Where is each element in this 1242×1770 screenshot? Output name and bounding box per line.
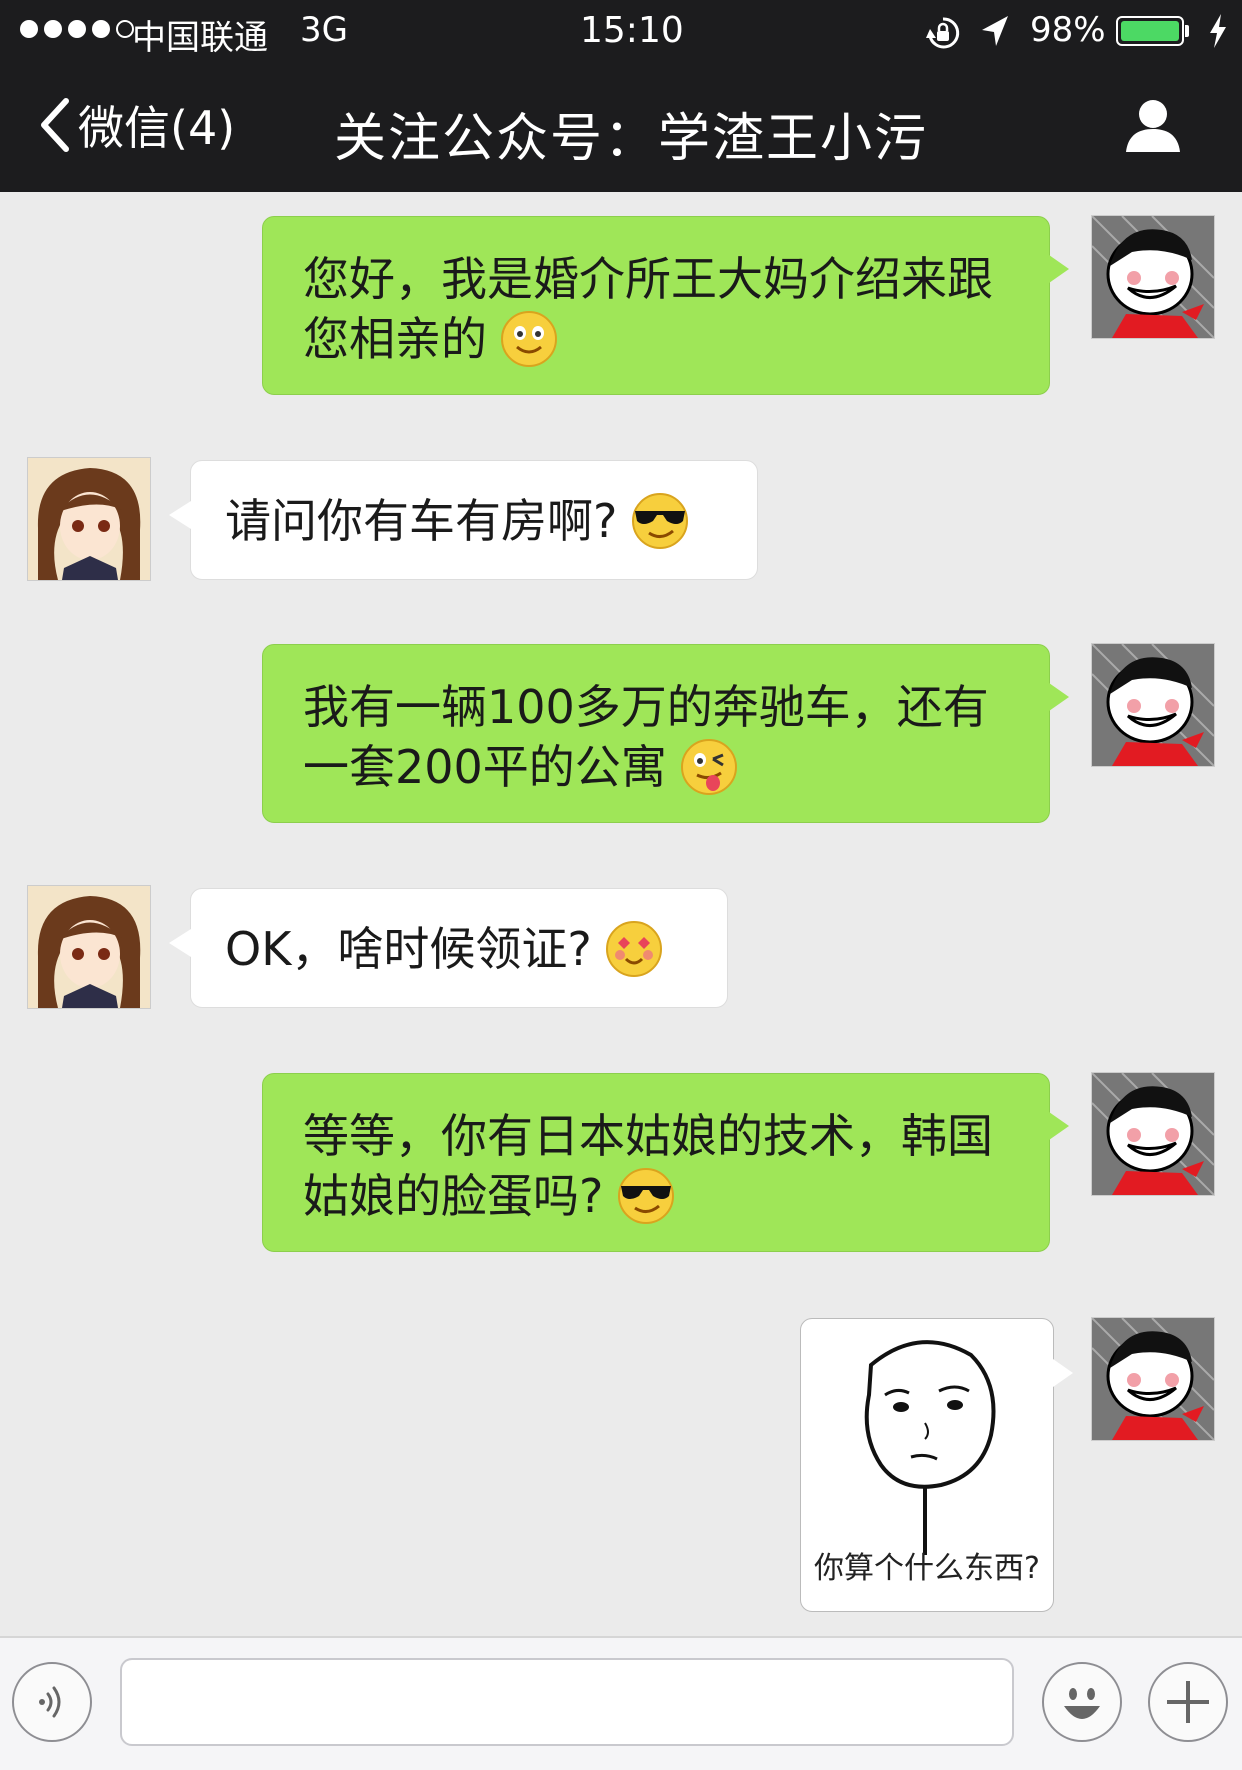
- message-text: 我有一辆100多万的奔驰车，还有一套200平的公寓: [303, 680, 989, 794]
- location-arrow-icon: [982, 16, 1008, 46]
- sender-avatar[interactable]: [1092, 216, 1214, 338]
- wink-tongue-emoji-icon: [680, 738, 737, 795]
- plus-icon: [1167, 1681, 1209, 1723]
- input-bar: [0, 1636, 1242, 1770]
- emoji-button[interactable]: [1042, 1662, 1122, 1742]
- back-button[interactable]: 微信(4): [38, 90, 235, 160]
- emoji-icon: [1064, 1688, 1100, 1719]
- message-bubble-received[interactable]: OK，啥时候领证?: [169, 888, 728, 1008]
- contact-avatar[interactable]: [28, 458, 150, 580]
- battery-percent: 98%: [1030, 10, 1106, 50]
- chat-title: 关注公众号：学渣王小污: [334, 109, 929, 169]
- sunglasses-emoji-icon: [618, 1167, 675, 1224]
- message-input[interactable]: [120, 1658, 1014, 1746]
- plus-button[interactable]: [1148, 1662, 1228, 1742]
- voice-button[interactable]: [12, 1662, 92, 1742]
- rotation-lock-icon: [926, 17, 960, 49]
- message-bubble-received[interactable]: 请问你有车有房啊?: [169, 460, 758, 580]
- back-label: 微信(4): [78, 101, 236, 155]
- network-type: 3G: [300, 10, 348, 50]
- message-text: 您好，我是婚介所王大妈介绍来跟您相亲的: [303, 252, 993, 366]
- meme-face-image: [864, 1340, 996, 1555]
- image-message-bubble[interactable]: 你算个什么东西?: [800, 1318, 1073, 1612]
- signal-strength-icon: [20, 20, 134, 38]
- status-time: 15:10: [580, 10, 684, 51]
- voice-icon: [39, 1686, 61, 1718]
- sender-avatar[interactable]: [1092, 644, 1214, 766]
- message-bubble-sent[interactable]: 等等，你有日本姑娘的技术，韩国姑娘的脸蛋吗?: [262, 1073, 1069, 1252]
- sunglasses-emoji-icon: [632, 492, 689, 549]
- message-bubble-sent[interactable]: 我有一辆100多万的奔驰车，还有一套200平的公寓: [262, 644, 1069, 823]
- sender-avatar[interactable]: [1092, 1318, 1214, 1440]
- top-bar: 中国联通 3G 15:10 98% 微信(4) 关注公众号：学渣王小污: [0, 0, 1242, 192]
- message-text: 请问你有车有房啊?: [225, 494, 618, 548]
- meme-caption: 你算个什么东西?: [814, 1551, 1040, 1586]
- smile-emoji-icon: [501, 310, 557, 367]
- message-bubble-sent[interactable]: 您好，我是婚介所王大妈介绍来跟您相亲的: [262, 216, 1069, 395]
- heart-eyes-emoji-icon: [605, 920, 662, 977]
- sender-avatar[interactable]: [1092, 1073, 1214, 1195]
- carrier-name: 中国联通: [132, 18, 268, 58]
- status-bar: 中国联通 3G 15:10 98%: [0, 0, 1242, 62]
- chevron-left-icon: [41, 98, 69, 152]
- contact-avatar[interactable]: [28, 886, 150, 1008]
- message-text: OK，啥时候领证?: [225, 922, 592, 976]
- charging-bolt-icon: [1210, 14, 1226, 48]
- profile-icon[interactable]: [1124, 96, 1182, 154]
- battery-icon: [1116, 16, 1184, 46]
